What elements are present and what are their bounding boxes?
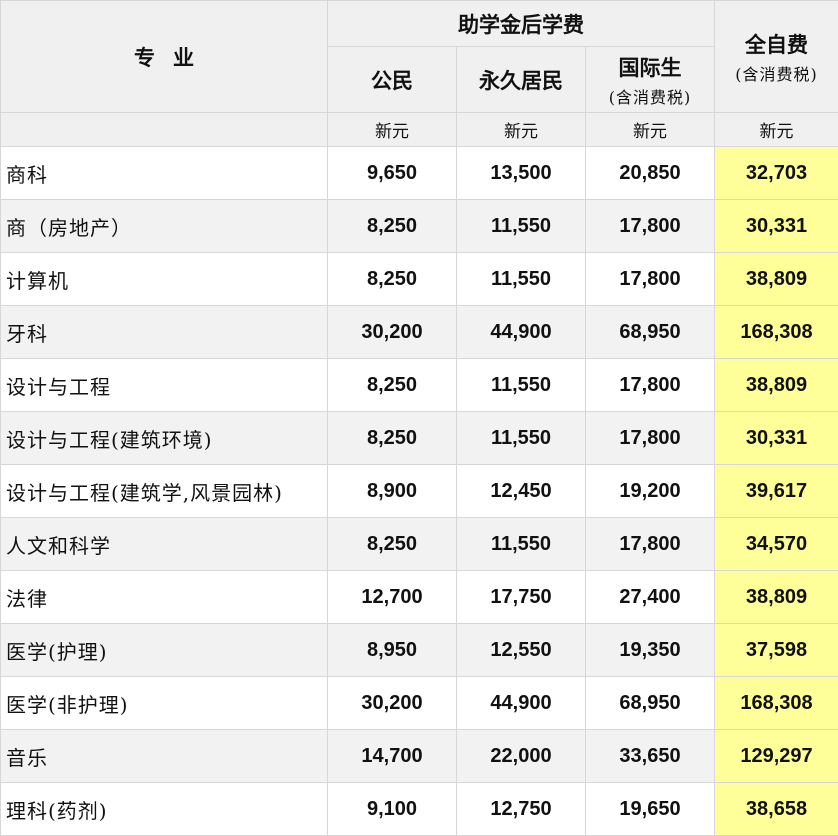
full-fee-cell: 38,809 [715, 571, 838, 624]
full-fee-note: (含消费税) [715, 61, 838, 85]
major-cell: 医学(非护理) [1, 677, 328, 730]
major-header: 专业 [1, 1, 328, 113]
full-fee-cell: 38,658 [715, 783, 838, 836]
citizen-fee-cell: 8,250 [328, 412, 457, 465]
pr-fee-cell: 12,450 [457, 465, 586, 518]
major-cell: 音乐 [1, 730, 328, 783]
table-row: 医学(非护理)30,20044,90068,950168,308 [1, 677, 838, 730]
citizen-fee-cell: 30,200 [328, 306, 457, 359]
citizen-fee-cell: 8,250 [328, 253, 457, 306]
major-cell: 设计与工程(建筑学,风景园林) [1, 465, 328, 518]
full-fee-cell: 30,331 [715, 200, 838, 253]
international-fee-cell: 19,200 [586, 465, 715, 518]
table-body: 商科9,65013,50020,85032,703商（房地产）8,25011,5… [1, 147, 838, 836]
table-row: 设计与工程8,25011,55017,80038,809 [1, 359, 838, 412]
unit-cell-blank [1, 113, 328, 147]
major-cell: 法律 [1, 571, 328, 624]
international-fee-cell: 20,850 [586, 147, 715, 200]
international-fee-cell: 68,950 [586, 677, 715, 730]
pr-fee-cell: 12,550 [457, 624, 586, 677]
table-row: 商（房地产）8,25011,55017,80030,331 [1, 200, 838, 253]
international-fee-cell: 19,350 [586, 624, 715, 677]
full-fee-header: 全自费 (含消费税) [715, 1, 838, 113]
major-cell: 牙科 [1, 306, 328, 359]
pr-fee-cell: 17,750 [457, 571, 586, 624]
table-row: 商科9,65013,50020,85032,703 [1, 147, 838, 200]
table-row: 人文和科学8,25011,55017,80034,570 [1, 518, 838, 571]
major-cell: 商（房地产） [1, 200, 328, 253]
full-fee-cell: 37,598 [715, 624, 838, 677]
pr-fee-cell: 22,000 [457, 730, 586, 783]
full-fee-cell: 168,308 [715, 677, 838, 730]
major-cell: 设计与工程 [1, 359, 328, 412]
pr-fee-cell: 12,750 [457, 783, 586, 836]
major-cell: 医学(护理) [1, 624, 328, 677]
unit-citizen: 新元 [328, 113, 457, 147]
full-fee-cell: 34,570 [715, 518, 838, 571]
full-fee-cell: 30,331 [715, 412, 838, 465]
full-fee-label: 全自费 [745, 33, 808, 57]
international-label: 国际生 [619, 56, 682, 80]
table-row: 法律12,70017,75027,40038,809 [1, 571, 838, 624]
tuition-table: 专业 助学金后学费 全自费 (含消费税) 公民 永久居民 国际生 (含消费税) … [0, 0, 838, 836]
table-row: 牙科30,20044,90068,950168,308 [1, 306, 838, 359]
citizen-fee-cell: 30,200 [328, 677, 457, 730]
table-row: 设计与工程(建筑环境)8,25011,55017,80030,331 [1, 412, 838, 465]
full-fee-cell: 38,809 [715, 253, 838, 306]
international-fee-cell: 17,800 [586, 253, 715, 306]
citizen-fee-cell: 8,900 [328, 465, 457, 518]
table-row: 理科(药剂)9,10012,75019,65038,658 [1, 783, 838, 836]
international-fee-cell: 19,650 [586, 783, 715, 836]
full-fee-cell: 39,617 [715, 465, 838, 518]
pr-fee-cell: 11,550 [457, 253, 586, 306]
international-fee-cell: 17,800 [586, 412, 715, 465]
pr-fee-cell: 11,550 [457, 518, 586, 571]
pr-fee-cell: 11,550 [457, 359, 586, 412]
full-fee-cell: 129,297 [715, 730, 838, 783]
pr-fee-cell: 11,550 [457, 412, 586, 465]
full-fee-cell: 38,809 [715, 359, 838, 412]
table-row: 医学(护理)8,95012,55019,35037,598 [1, 624, 838, 677]
pr-fee-cell: 13,500 [457, 147, 586, 200]
table-row: 计算机8,25011,55017,80038,809 [1, 253, 838, 306]
table-row: 设计与工程(建筑学,风景园林)8,90012,45019,20039,617 [1, 465, 838, 518]
international-fee-cell: 68,950 [586, 306, 715, 359]
international-fee-cell: 17,800 [586, 359, 715, 412]
subsidized-group-header: 助学金后学费 [328, 1, 715, 47]
citizen-fee-cell: 8,950 [328, 624, 457, 677]
major-cell: 计算机 [1, 253, 328, 306]
unit-international: 新元 [586, 113, 715, 147]
citizen-fee-cell: 9,100 [328, 783, 457, 836]
pr-fee-cell: 11,550 [457, 200, 586, 253]
pr-fee-cell: 44,900 [457, 677, 586, 730]
citizen-fee-cell: 8,250 [328, 518, 457, 571]
full-fee-cell: 32,703 [715, 147, 838, 200]
major-cell: 人文和科学 [1, 518, 328, 571]
international-fee-cell: 33,650 [586, 730, 715, 783]
international-fee-cell: 27,400 [586, 571, 715, 624]
citizen-fee-cell: 8,250 [328, 200, 457, 253]
citizen-fee-cell: 14,700 [328, 730, 457, 783]
international-fee-cell: 17,800 [586, 200, 715, 253]
major-cell: 设计与工程(建筑环境) [1, 412, 328, 465]
table-row: 音乐14,70022,00033,650129,297 [1, 730, 838, 783]
citizen-fee-cell: 12,700 [328, 571, 457, 624]
major-cell: 商科 [1, 147, 328, 200]
pr-header: 永久居民 [457, 47, 586, 113]
unit-full-fee: 新元 [715, 113, 838, 147]
international-header: 国际生 (含消费税) [586, 47, 715, 113]
major-cell: 理科(药剂) [1, 783, 328, 836]
unit-pr: 新元 [457, 113, 586, 147]
citizen-header: 公民 [328, 47, 457, 113]
full-fee-cell: 168,308 [715, 306, 838, 359]
citizen-fee-cell: 8,250 [328, 359, 457, 412]
international-fee-cell: 17,800 [586, 518, 715, 571]
citizen-fee-cell: 9,650 [328, 147, 457, 200]
pr-fee-cell: 44,900 [457, 306, 586, 359]
international-note: (含消费税) [586, 84, 714, 108]
